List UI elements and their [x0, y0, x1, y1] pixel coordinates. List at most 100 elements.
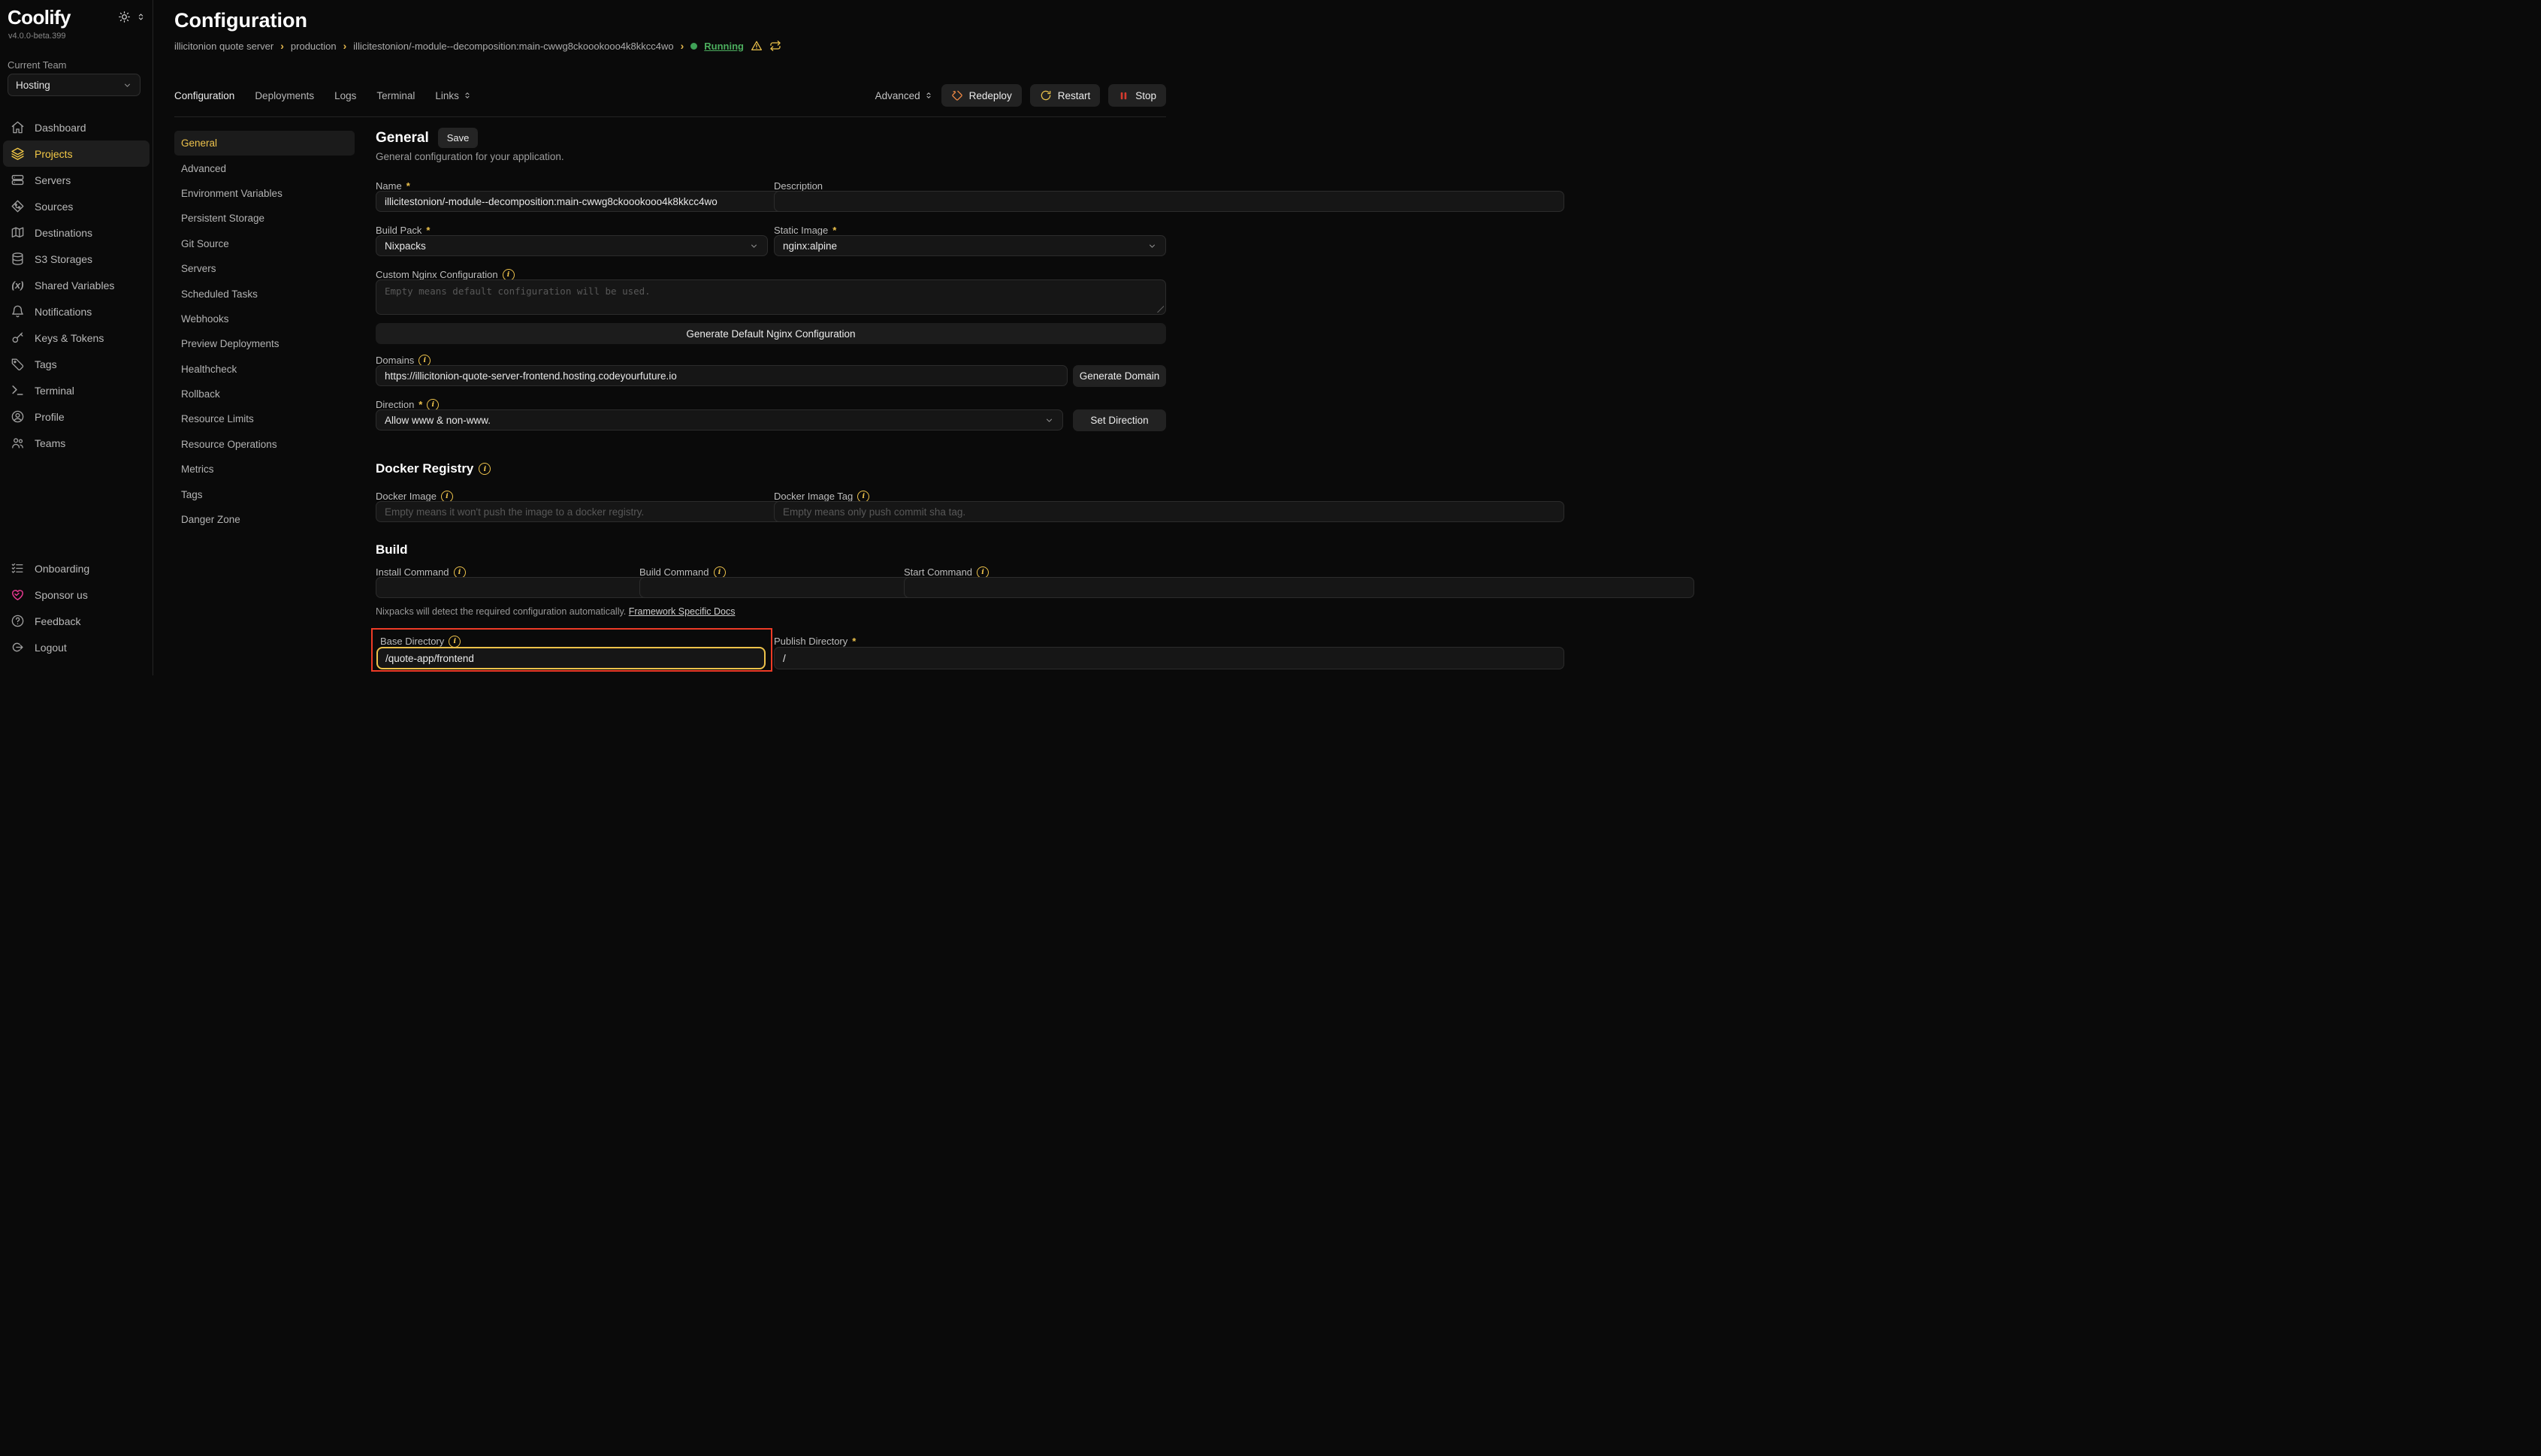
checklist-icon [11, 561, 25, 575]
general-form: General Save General configuration for y… [376, 0, 1166, 675]
subnav-webhooks[interactable]: Webhooks [174, 307, 355, 331]
sidebar-item-servers[interactable]: Servers [3, 167, 150, 193]
chevron-down-icon [122, 80, 132, 90]
home-icon [11, 120, 25, 134]
team-select[interactable]: Hosting [8, 74, 140, 96]
sidebar-item-label: Shared Variables [35, 279, 114, 292]
sidebar-item-sources[interactable]: Sources [3, 193, 150, 219]
description-input[interactable] [774, 191, 1564, 212]
required-marker: * [832, 225, 836, 236]
sidebar-item-dashboard[interactable]: Dashboard [3, 114, 150, 140]
sidebar-item-keys-tokens[interactable]: Keys & Tokens [3, 325, 150, 351]
save-button[interactable]: Save [438, 128, 479, 148]
subnav-tags[interactable]: Tags [174, 482, 355, 506]
braces-x-icon: (x) [11, 279, 25, 291]
tab-deployments[interactable]: Deployments [255, 90, 314, 101]
sidebar-item-label: Tags [35, 358, 57, 370]
sidebar-item-teams[interactable]: Teams [3, 430, 150, 456]
docker-image-tag-input[interactable] [774, 501, 1564, 522]
direction-label: Direction* i [376, 399, 1166, 410]
subnav-git-source[interactable]: Git Source [174, 231, 355, 256]
sidebar-item-label: Servers [35, 174, 71, 186]
sidebar-item-notifications[interactable]: Notifications [3, 298, 150, 325]
required-marker: * [406, 180, 410, 192]
map-icon [11, 225, 25, 240]
subnav-metrics[interactable]: Metrics [174, 457, 355, 482]
resize-handle[interactable] [1157, 306, 1164, 313]
git-source-icon [11, 199, 25, 213]
custom-nginx-textarea[interactable] [376, 279, 1166, 315]
custom-nginx-wrapper [376, 279, 1166, 315]
info-icon: i [479, 463, 491, 475]
domains-input[interactable] [376, 365, 1068, 386]
subnav-healthcheck[interactable]: Healthcheck [174, 357, 355, 382]
static-image-value: nginx:alpine [783, 240, 837, 252]
settings-subnav: General Advanced Environment Variables P… [174, 131, 355, 532]
sidebar-item-projects[interactable]: Projects [3, 140, 150, 167]
sidebar-item-label: Destinations [35, 227, 92, 239]
sidebar-item-onboarding[interactable]: Onboarding [3, 555, 150, 581]
breadcrumb-project[interactable]: illicitonion quote server [174, 41, 273, 52]
breadcrumb-environment[interactable]: production [291, 41, 337, 52]
direction-select[interactable]: Allow www & non-www. [376, 409, 1063, 430]
info-icon: i [449, 636, 461, 648]
subnav-resource-limits[interactable]: Resource Limits [174, 406, 355, 431]
sidebar-item-label: Sponsor us [35, 589, 88, 601]
start-command-input[interactable] [904, 577, 1694, 598]
sun-theme-icon[interactable] [118, 11, 131, 23]
tab-configuration[interactable]: Configuration [174, 90, 234, 101]
publish-directory-input[interactable] [774, 647, 1564, 669]
sidebar-item-label: Sources [35, 201, 73, 213]
app-logo: Coolify [8, 8, 71, 27]
sidebar-item-terminal[interactable]: Terminal [3, 377, 150, 403]
subnav-scheduled-tasks[interactable]: Scheduled Tasks [174, 281, 355, 306]
subnav-rollback[interactable]: Rollback [174, 382, 355, 406]
logout-icon [11, 640, 25, 654]
sidebar-item-label: Projects [35, 148, 73, 160]
sidebar-item-label: Logout [35, 642, 67, 654]
subnav-preview-deployments[interactable]: Preview Deployments [174, 331, 355, 356]
subnav-general[interactable]: General [174, 131, 355, 156]
build-pack-select[interactable]: Nixpacks [376, 235, 768, 256]
static-image-select[interactable]: nginx:alpine [774, 235, 1166, 256]
team-select-value: Hosting [16, 80, 50, 91]
bell-icon [11, 304, 25, 319]
updown-chevrons-icon[interactable] [136, 12, 146, 22]
base-directory-label: Base Directory i [380, 636, 763, 647]
server-icon [11, 173, 25, 187]
sidebar-item-logout[interactable]: Logout [3, 634, 150, 660]
breadcrumb-separator: › [343, 40, 347, 52]
chevron-down-icon [1044, 415, 1054, 425]
set-direction-button[interactable]: Set Direction [1073, 409, 1166, 431]
custom-nginx-label: Custom Nginx Configuration i [376, 269, 1166, 280]
subnav-danger-zone[interactable]: Danger Zone [174, 507, 355, 532]
chevron-down-icon [1147, 241, 1157, 251]
publish-directory-label: Publish Directory* [774, 636, 1166, 647]
subnav-persistent-storage[interactable]: Persistent Storage [174, 206, 355, 231]
base-directory-input[interactable] [376, 647, 766, 669]
framework-docs-link[interactable]: Framework Specific Docs [629, 606, 736, 617]
layers-icon [11, 147, 25, 161]
sidebar-item-s3-storages[interactable]: S3 Storages [3, 246, 150, 272]
chevron-down-icon [749, 241, 759, 251]
subnav-servers[interactable]: Servers [174, 256, 355, 281]
sidebar-item-feedback[interactable]: Feedback [3, 608, 150, 634]
tab-logs[interactable]: Logs [334, 90, 356, 101]
subnav-environment-variables[interactable]: Environment Variables [174, 181, 355, 206]
sidebar-item-sponsor-us[interactable]: Sponsor us [3, 581, 150, 608]
heart-icon [11, 588, 25, 602]
page-title: Configuration [174, 9, 307, 32]
required-marker: * [426, 225, 430, 236]
section-heading-general: General [376, 130, 429, 147]
database-icon [11, 252, 25, 266]
sidebar-item-tags[interactable]: Tags [3, 351, 150, 377]
main-content: Configuration illicitonion quote server … [153, 0, 1179, 675]
description-label: Description [774, 180, 1166, 192]
sidebar-item-profile[interactable]: Profile [3, 403, 150, 430]
generate-domain-button[interactable]: Generate Domain [1073, 365, 1166, 387]
subnav-advanced[interactable]: Advanced [174, 156, 355, 180]
subnav-resource-operations[interactable]: Resource Operations [174, 432, 355, 457]
generate-nginx-button[interactable]: Generate Default Nginx Configuration [376, 323, 1166, 344]
sidebar-item-destinations[interactable]: Destinations [3, 219, 150, 246]
sidebar-item-shared-variables[interactable]: (x) Shared Variables [3, 272, 150, 298]
